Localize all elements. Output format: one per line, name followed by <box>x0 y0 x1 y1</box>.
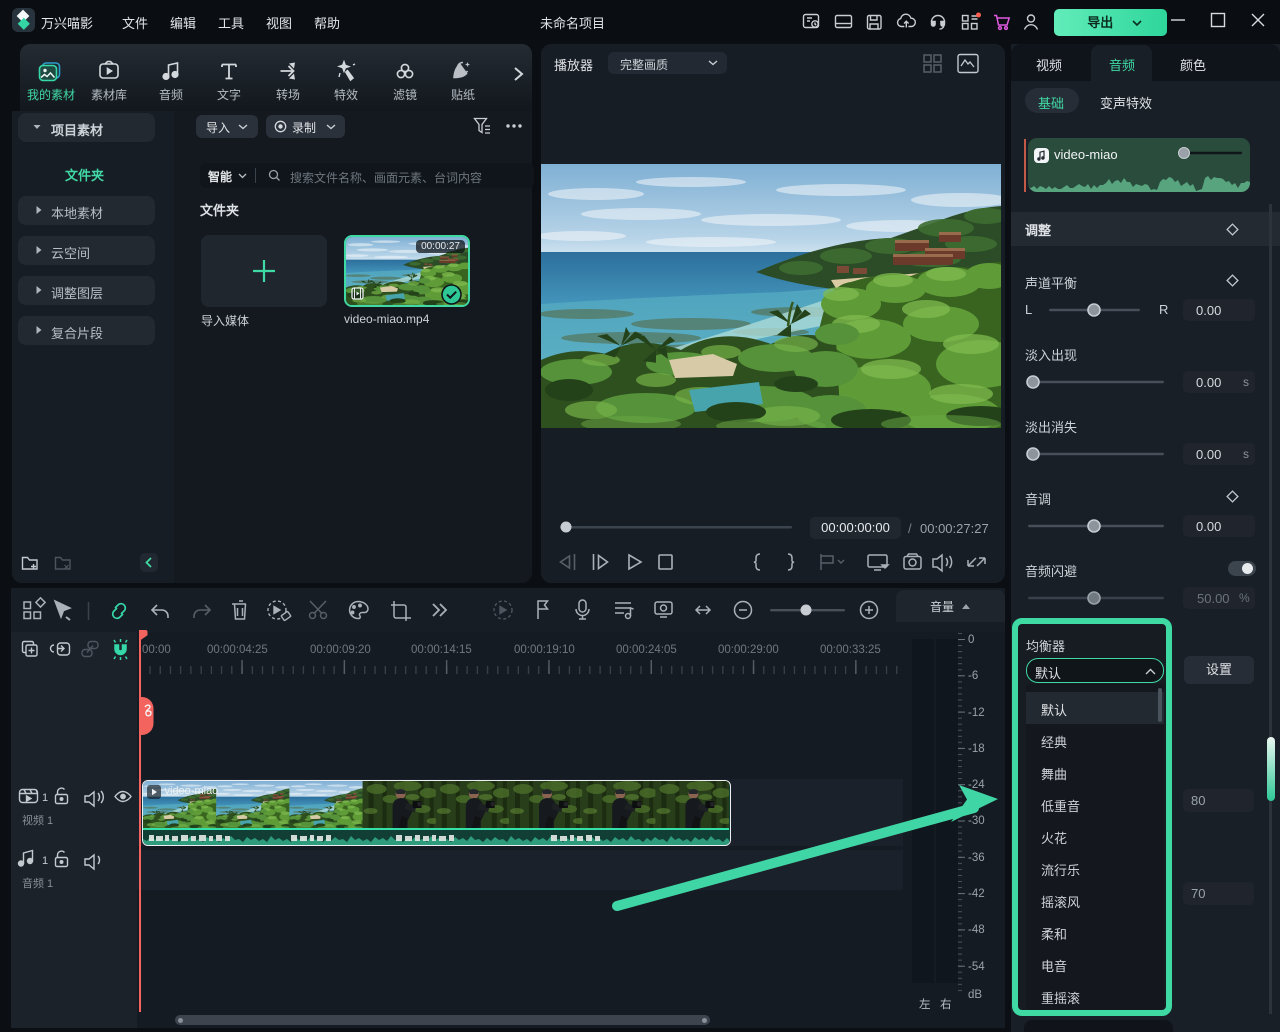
svg-text:00:00:04:25: 00:00:04:25 <box>207 644 268 656</box>
svg-text:-48: -48 <box>968 924 985 936</box>
svg-text:0: 0 <box>968 634 974 646</box>
svg-text:音频 1: 音频 1 <box>22 876 53 890</box>
svg-text:00:00:29:00: 00:00:29:00 <box>718 644 779 656</box>
svg-text:00:00:24:05: 00:00:24:05 <box>616 644 677 656</box>
svg-text:-54: -54 <box>968 961 985 973</box>
svg-text:1: 1 <box>42 792 48 804</box>
svg-text:-24: -24 <box>968 779 985 791</box>
svg-text:左: 左 <box>919 997 931 1011</box>
svg-text:-6: -6 <box>968 670 978 682</box>
svg-text:00:00:09:20: 00:00:09:20 <box>310 644 371 656</box>
svg-text:视频 1: 视频 1 <box>22 813 53 827</box>
svg-text:-12: -12 <box>968 707 985 719</box>
svg-text:00:00: 00:00 <box>142 644 171 656</box>
svg-text:-30: -30 <box>968 815 985 827</box>
svg-text:00:00:19:10: 00:00:19:10 <box>514 644 575 656</box>
svg-text:-36: -36 <box>968 852 985 864</box>
svg-text:1: 1 <box>42 855 48 867</box>
svg-text:-42: -42 <box>968 888 985 900</box>
svg-text:00:00:14:15: 00:00:14:15 <box>411 644 472 656</box>
svg-text:右: 右 <box>940 997 952 1011</box>
svg-text:-18: -18 <box>968 743 985 755</box>
svg-text:00:00:33:25: 00:00:33:25 <box>820 644 881 656</box>
svg-text:dB: dB <box>968 989 982 1001</box>
